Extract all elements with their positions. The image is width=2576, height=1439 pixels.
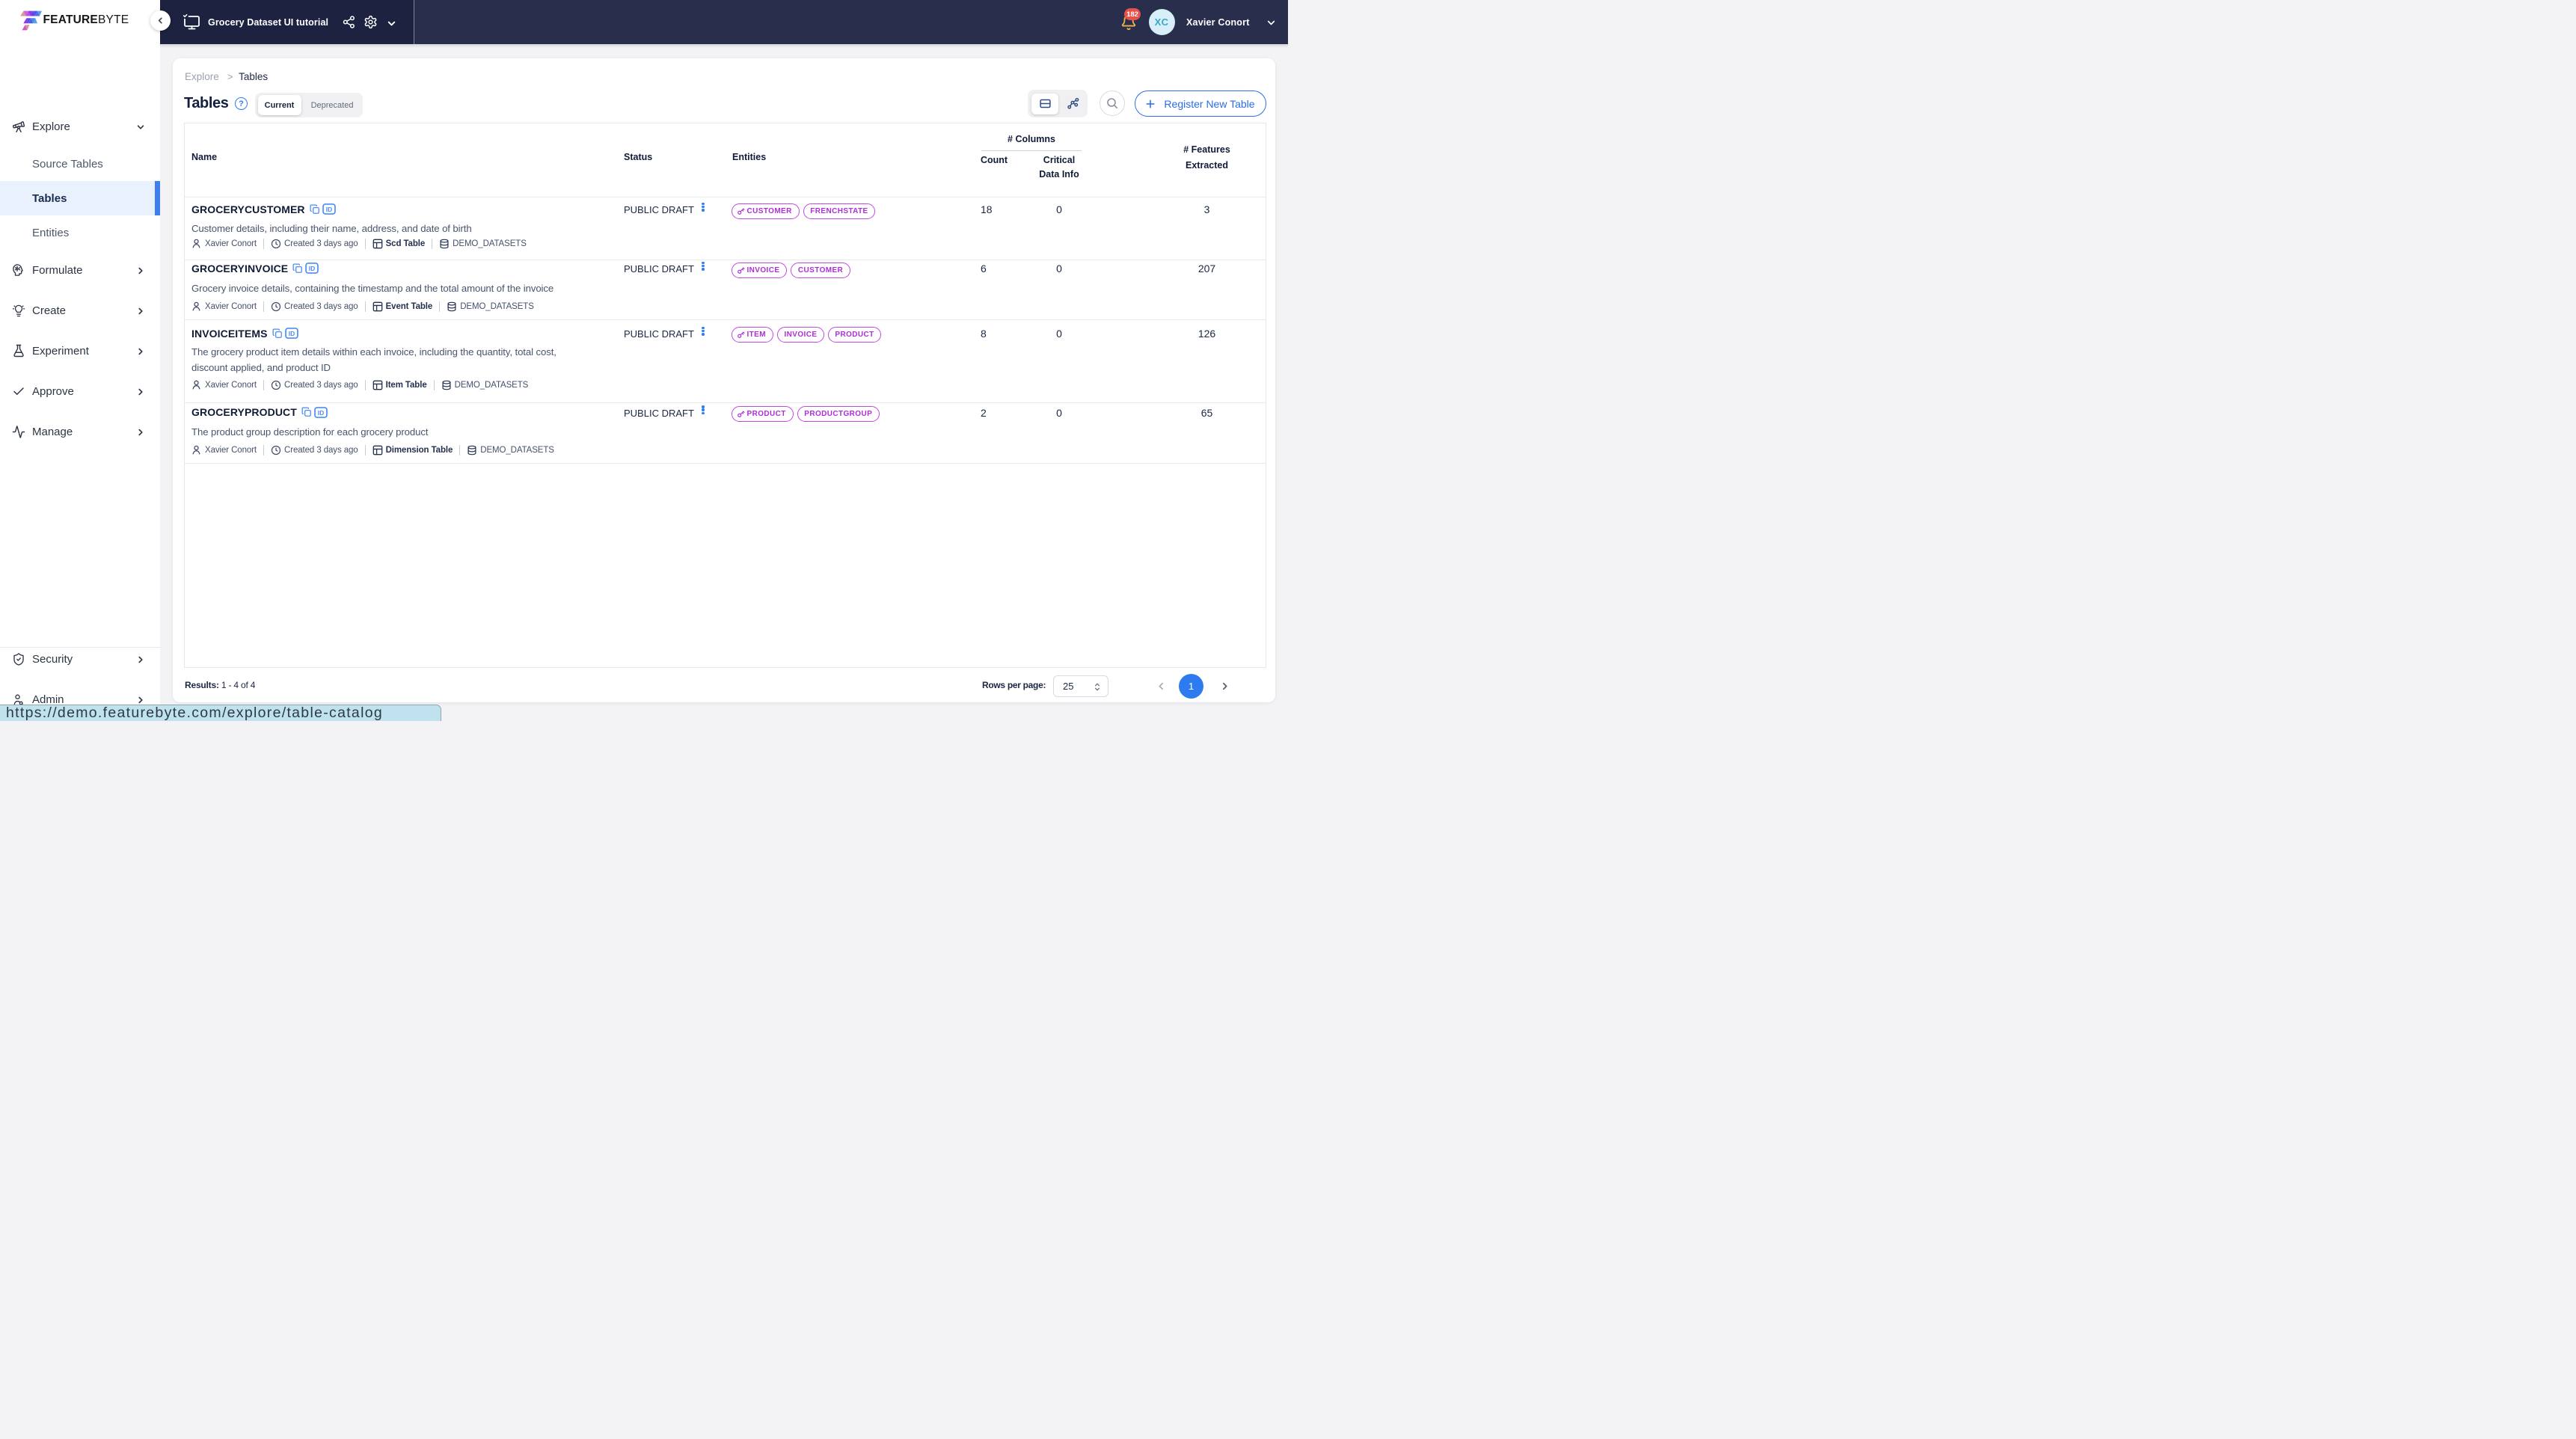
svg-text:ID: ID [309,265,315,272]
svg-text:ID: ID [288,330,294,337]
svg-text:ID: ID [318,408,324,416]
svg-text:ID: ID [325,206,331,213]
